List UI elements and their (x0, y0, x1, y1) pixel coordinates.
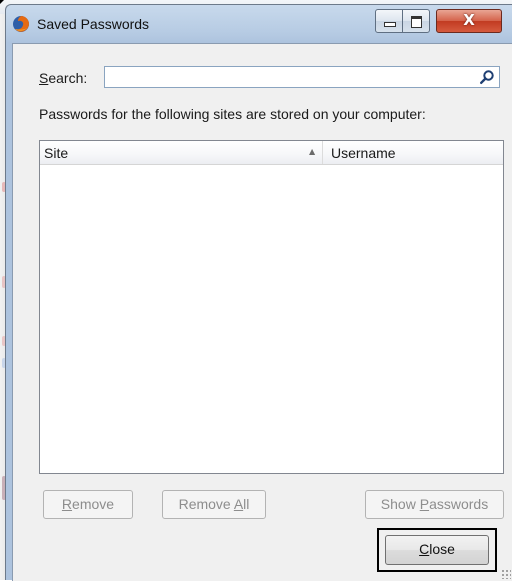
column-header-site[interactable]: Site ▲ (40, 141, 323, 164)
sort-ascending-icon: ▲ (309, 147, 316, 156)
saved-passwords-dialog: Saved Passwords X Search: Passwords for … (5, 4, 512, 581)
remove-button[interactable]: Remove (43, 490, 133, 519)
maximize-button[interactable] (402, 9, 430, 33)
info-text: Passwords for the following sites are st… (39, 106, 426, 122)
window-title: Saved Passwords (37, 16, 150, 32)
search-icon[interactable] (479, 69, 495, 85)
remove-all-button[interactable]: Remove All (162, 490, 266, 519)
close-button[interactable]: Close (385, 535, 489, 565)
close-icon: X (463, 11, 475, 29)
show-passwords-button[interactable]: Show Passwords (365, 490, 504, 519)
column-label-site: Site (44, 145, 69, 161)
search-field[interactable] (104, 66, 500, 88)
maximize-icon (411, 16, 422, 28)
title-bar[interactable]: Saved Passwords X (6, 5, 512, 43)
search-input[interactable] (107, 68, 467, 86)
column-header-username[interactable]: Username (323, 141, 503, 164)
dialog-content: Search: Passwords for the following site… (12, 43, 512, 581)
minimize-button[interactable] (375, 9, 403, 33)
firefox-icon (13, 16, 29, 32)
close-window-button[interactable]: X (436, 9, 502, 33)
minimize-icon (384, 22, 396, 27)
resize-grip[interactable] (501, 569, 511, 579)
list-header: Site ▲ Username (40, 141, 503, 165)
search-label: Search: (39, 70, 88, 86)
mouse-pointer (0, 0, 4, 4)
column-label-username: Username (331, 145, 396, 161)
passwords-list[interactable]: Site ▲ Username (39, 140, 504, 474)
